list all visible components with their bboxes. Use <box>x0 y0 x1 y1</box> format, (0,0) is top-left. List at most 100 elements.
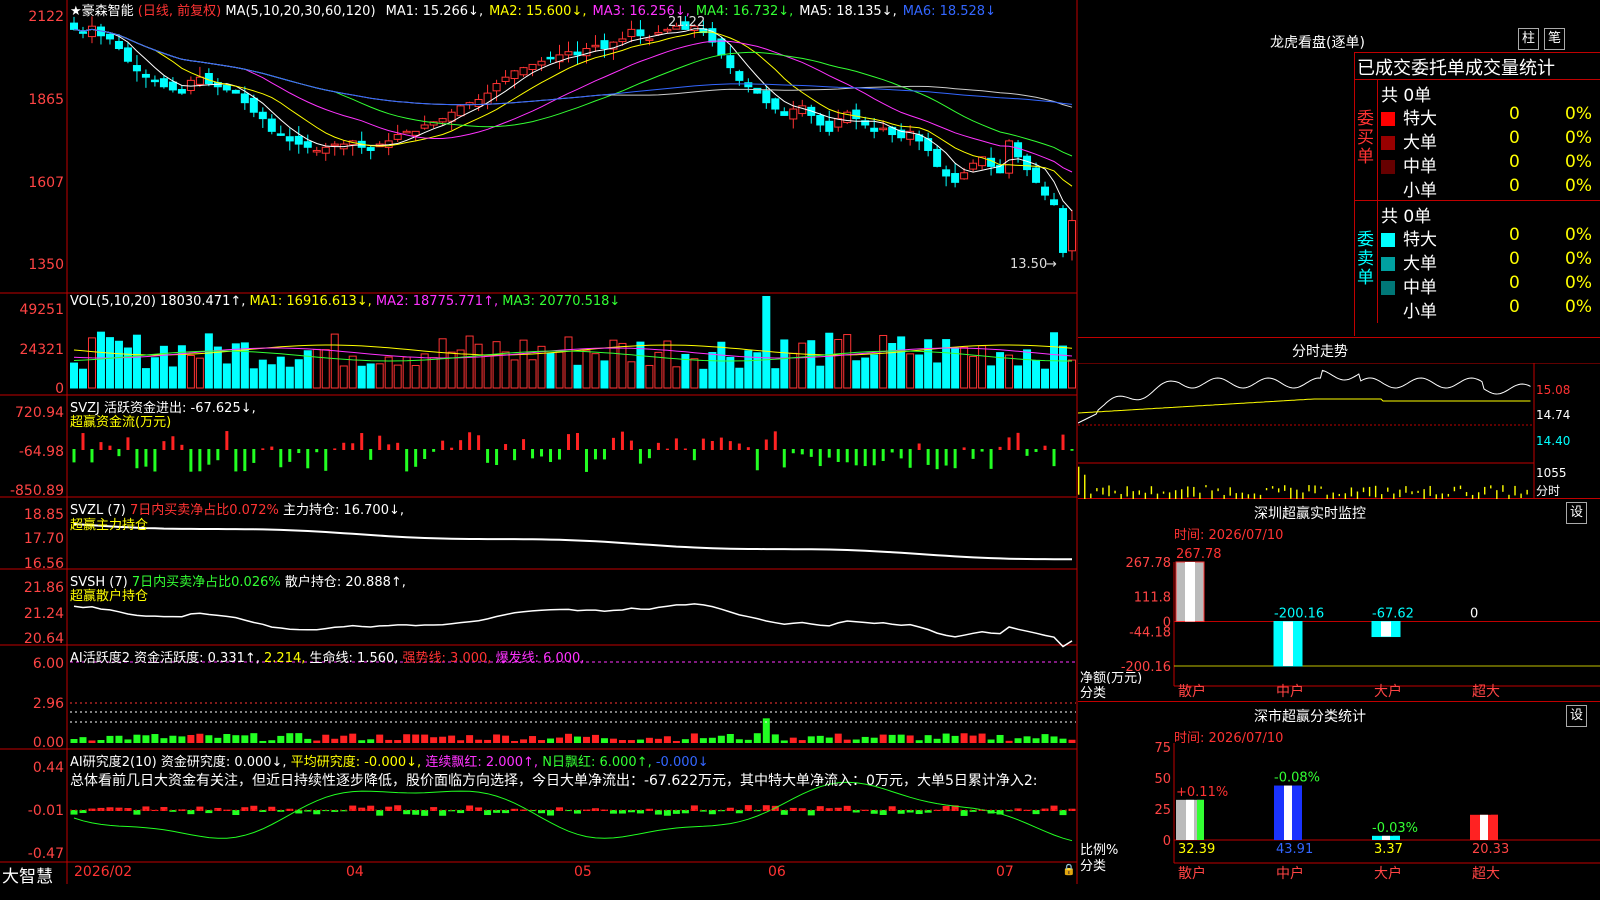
flow-bar <box>315 449 319 453</box>
activity-bar <box>403 734 411 743</box>
color-swatch <box>1381 257 1395 271</box>
research-bar <box>70 810 78 815</box>
intraday-vol-bar <box>1338 493 1340 497</box>
intraday-tick: 14.40 <box>1536 434 1571 448</box>
activity-bar <box>412 734 420 743</box>
candle-body <box>798 105 807 115</box>
activity-bar <box>376 734 384 743</box>
candle-body <box>393 134 402 140</box>
flow-bar <box>845 449 849 463</box>
candle-body <box>249 97 258 113</box>
activity-bar <box>825 737 833 743</box>
classify-bar-2 <box>1372 835 1400 840</box>
x-label: 2026/02 <box>74 864 133 880</box>
volume-bar <box>978 345 987 389</box>
volume-bar <box>501 351 510 389</box>
activity-bar <box>241 735 249 743</box>
lock-icon[interactable]: 🔒 <box>1062 863 1076 876</box>
candle-body <box>852 109 861 120</box>
volume-bar <box>762 295 771 389</box>
volume-bar <box>321 349 330 389</box>
intraday-vol-bar <box>1368 486 1371 497</box>
intraday-vol-bar <box>1187 486 1189 498</box>
research-bar <box>753 810 761 812</box>
vol-ma1: MA1: 16916.613↓, <box>249 294 372 309</box>
volume-bar <box>933 362 942 389</box>
active-life: 生命线: 1.560, <box>309 651 399 666</box>
activity-bar <box>484 739 492 743</box>
flow-bar <box>683 448 687 450</box>
activity-bar <box>924 735 932 743</box>
volume-bar <box>573 364 582 389</box>
activity-bar <box>573 736 581 743</box>
bar-mode-button[interactable]: 柱 <box>1518 28 1540 50</box>
color-swatch <box>1381 136 1395 150</box>
activity-bar <box>529 736 537 743</box>
volume-bar <box>519 339 528 389</box>
flow-bar <box>908 449 912 468</box>
volume-bar <box>357 365 366 389</box>
flow-bar <box>1025 449 1029 456</box>
volume-bar <box>159 345 168 389</box>
intraday-vol-bar <box>1387 487 1389 492</box>
intraday-vol-bar <box>1205 485 1207 488</box>
volume-bar <box>132 334 141 389</box>
monitor-tick: 267.78 <box>1126 556 1172 571</box>
volume-bar <box>627 361 636 389</box>
activity-bar <box>897 734 905 743</box>
flow-bar <box>575 433 579 450</box>
research-cont: 连续飘红: 2.000↑, <box>425 755 539 770</box>
activity-bar <box>879 734 887 743</box>
research-bar <box>573 810 581 814</box>
volume-bar <box>375 363 384 389</box>
volume-bar <box>186 354 195 389</box>
classify-bar-3 <box>1470 814 1498 840</box>
research-bar <box>915 810 923 815</box>
candle-body <box>258 111 267 120</box>
monitor-xlabel: 分类 <box>1080 686 1107 701</box>
activity-bar <box>70 739 78 743</box>
sell-section: 委卖单 共 0单 特大 0 0% 大单 0 0% 中单 0 0% 小单 0 0% <box>1355 201 1600 323</box>
tick-mode-button[interactable]: 笔 <box>1544 28 1566 50</box>
classify-tick: 25 <box>1154 803 1171 818</box>
flow-bar <box>629 440 633 450</box>
activity-bar <box>133 734 141 743</box>
intraday-vol-bar <box>1362 487 1365 493</box>
flow-bar <box>306 449 310 469</box>
activity-bar <box>457 740 465 743</box>
activity-bar <box>780 740 788 743</box>
research-bar <box>870 810 878 814</box>
flow-bar <box>270 446 274 450</box>
activity-bar <box>196 733 204 743</box>
order-row-pct: 0% <box>1565 176 1592 196</box>
flow-bar <box>468 432 472 450</box>
volume-bar <box>852 360 861 389</box>
price-tick: 1350 <box>28 257 64 273</box>
intraday-vol-bar <box>1138 490 1140 495</box>
flow-bar <box>450 447 454 450</box>
flow-bar <box>333 448 337 450</box>
research-bar <box>897 810 905 814</box>
order-row: 中单 0 0% <box>1381 152 1599 177</box>
svsh-ratio: 7日内买卖净占比0.026% <box>131 575 281 590</box>
volume-bar <box>537 345 546 389</box>
candle-body <box>600 40 609 50</box>
activity-bar <box>547 738 555 743</box>
classify-bar-edge <box>1295 785 1302 840</box>
candle-body <box>618 38 627 43</box>
volume-bar <box>114 340 123 389</box>
activity-bar <box>969 735 977 743</box>
intraday-vol-bar <box>1502 485 1504 492</box>
intraday-vol-bar <box>1162 491 1165 494</box>
research-bars <box>70 781 1076 842</box>
flow-bar <box>351 443 355 450</box>
intraday-panel[interactable]: 分时走势 15.08 14.74 14.40 1055 分时 <box>1078 339 1600 499</box>
volume-bar <box>546 352 555 389</box>
color-swatch <box>1381 112 1395 126</box>
intraday-vol-bar <box>1314 485 1316 494</box>
monitor-category: 大户 <box>1374 683 1402 700</box>
volume-bar <box>483 355 492 389</box>
flow-bar <box>99 442 103 450</box>
candle-body <box>492 83 501 92</box>
monitor-bar-1 <box>1273 621 1303 667</box>
